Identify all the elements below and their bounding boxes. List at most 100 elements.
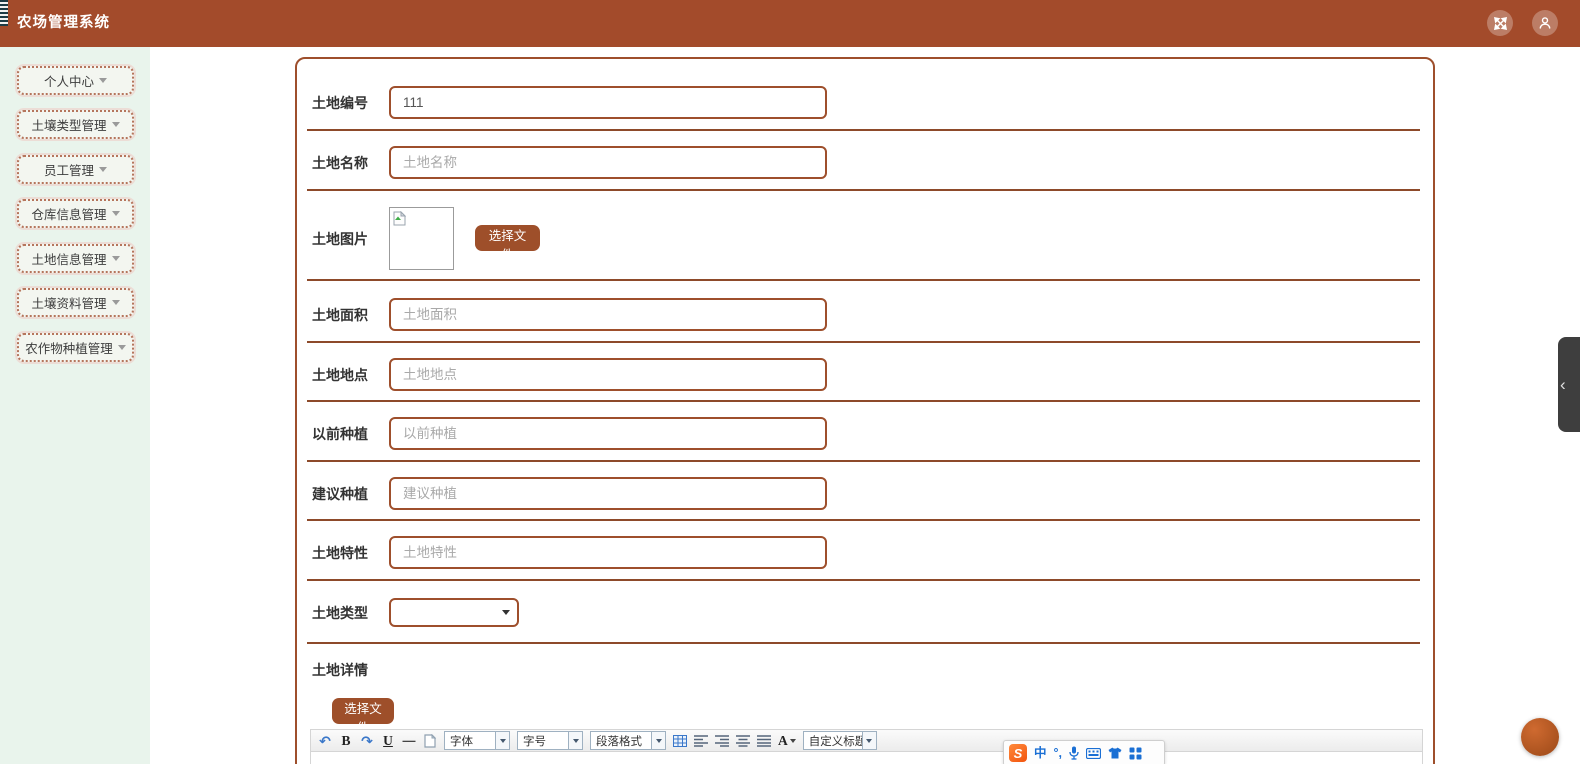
bold-icon[interactable]: B <box>339 732 353 750</box>
form-row-land-characteristics: 土地特性 <box>312 536 827 569</box>
sidebar-item-soil-data-management[interactable]: 土壤资料管理 <box>15 286 136 319</box>
rich-text-editor-content[interactable] <box>310 752 1423 764</box>
toolbox-icon[interactable] <box>1129 747 1142 760</box>
virtual-keyboard-icon[interactable] <box>1086 747 1101 759</box>
previous-planting-input[interactable] <box>389 417 827 450</box>
font-size-dropdown[interactable]: 字号 <box>517 731 583 750</box>
skin-icon[interactable] <box>1108 747 1122 759</box>
field-label: 土地特性 <box>312 544 368 561</box>
field-label: 土地详情 <box>312 662 368 678</box>
field-label: 土地编号 <box>312 94 368 111</box>
paragraph-format-dropdown-label: 段落格式 <box>596 735 642 748</box>
form-row-land-number: 土地编号 <box>312 86 827 119</box>
broken-image-icon <box>393 210 407 231</box>
land-location-input[interactable] <box>389 358 827 391</box>
chevron-down-icon <box>111 256 120 261</box>
user-menu-button[interactable] <box>1532 10 1558 36</box>
sidebar: 个人中心 土壤类型管理 员工管理 仓库信息管理 土地信息管理 土壤资料管理 农作… <box>0 47 150 764</box>
sidebar-item-label: 仓库信息管理 <box>31 208 107 222</box>
sidebar-item-land-info-management[interactable]: 土地信息管理 <box>15 242 136 275</box>
sidebar-item-label: 个人中心 <box>43 75 94 89</box>
chevron-left-icon: ‹ <box>1560 375 1566 394</box>
ime-punctuation-toggle[interactable]: °, <box>1054 747 1062 760</box>
panel-collapse-handle[interactable]: ‹ <box>1558 337 1580 432</box>
insert-table-icon[interactable] <box>673 732 687 750</box>
floating-action-button[interactable] <box>1521 718 1559 756</box>
app-header: 农场管理系统 <box>0 0 1580 47</box>
app-window: 农场管理系统 个人中心 土壤类型管理 员工管理 仓库信息管理 土地信息管理 土壤… <box>0 0 1580 764</box>
sidebar-item-warehouse-info-management[interactable]: 仓库信息管理 <box>15 197 136 230</box>
new-page-icon[interactable] <box>423 732 437 750</box>
land-name-input[interactable] <box>389 146 827 179</box>
chevron-down-icon <box>111 211 120 216</box>
user-icon <box>1538 16 1552 30</box>
field-label: 以前种植 <box>312 425 368 442</box>
field-label: 建议种植 <box>312 485 368 502</box>
horizontal-rule-icon[interactable]: — <box>402 732 416 750</box>
land-area-input[interactable] <box>389 298 827 331</box>
sidebar-item-personal-center[interactable]: 个人中心 <box>15 64 136 97</box>
row-divider <box>307 279 1420 281</box>
row-divider <box>307 400 1420 402</box>
chevron-down-icon <box>651 732 665 749</box>
row-divider <box>307 189 1420 191</box>
chevron-down-icon <box>117 345 126 350</box>
redo-icon[interactable]: ↷ <box>360 732 374 750</box>
chevron-down-icon <box>789 738 796 743</box>
align-right-icon[interactable] <box>715 732 729 750</box>
field-label: 土地名称 <box>312 154 368 171</box>
field-label: 土地地点 <box>312 366 368 383</box>
ime-status-bar: S 中 °, <box>1003 740 1165 764</box>
form-row-land-type: 土地类型 <box>312 598 519 627</box>
land-number-input[interactable] <box>389 86 827 119</box>
paragraph-format-dropdown[interactable]: 段落格式 <box>590 731 666 750</box>
sidebar-item-label: 土地信息管理 <box>31 253 107 267</box>
align-center-icon[interactable] <box>736 732 750 750</box>
form-row-suggested-planting: 建议种植 <box>312 477 827 510</box>
chevron-down-icon <box>568 732 582 749</box>
ime-language-toggle[interactable]: 中 <box>1034 747 1047 760</box>
choose-file-button-details[interactable]: 选择文件 <box>332 698 394 735</box>
sidebar-item-soil-type-management[interactable]: 土壤类型管理 <box>15 108 136 141</box>
sidebar-item-label: 员工管理 <box>43 164 94 178</box>
sidebar-item-crop-planting-management[interactable]: 农作物种植管理 <box>15 331 136 364</box>
undo-icon[interactable]: ↶ <box>318 732 332 750</box>
font-family-dropdown-label: 字体 <box>450 735 473 748</box>
field-label: 土地图片 <box>312 230 368 247</box>
justify-icon[interactable] <box>757 732 771 750</box>
row-divider <box>307 460 1420 462</box>
form-row-land-details: 土地详情 <box>312 662 389 678</box>
rich-text-editor-toolbar: ↶ B ↷ U — 字体 字号 段落格式 A 自定义标题 <box>310 729 1423 752</box>
form-row-land-area: 土地面积 <box>312 298 827 331</box>
chevron-down-icon <box>99 167 107 172</box>
custom-title-dropdown-label: 自定义标题 <box>808 735 862 748</box>
form-row-land-location: 土地地点 <box>312 358 827 391</box>
chevron-down-icon <box>861 732 876 749</box>
microphone-icon[interactable] <box>1069 746 1079 760</box>
app-title: 农场管理系统 <box>17 15 110 31</box>
underline-icon[interactable]: U <box>381 732 395 750</box>
choose-file-button-image[interactable]: 选择文件 <box>475 225 540 262</box>
font-color-button[interactable]: A <box>778 732 796 750</box>
fullscreen-button[interactable] <box>1487 10 1513 36</box>
land-image-preview <box>389 207 454 270</box>
sidebar-item-label: 土壤资料管理 <box>31 297 107 311</box>
sogou-logo-icon[interactable]: S <box>1009 744 1027 762</box>
font-color-icon: A <box>778 732 788 748</box>
chevron-down-icon <box>111 300 120 305</box>
chevron-down-icon <box>99 78 107 83</box>
land-type-select[interactable] <box>389 598 519 627</box>
font-family-dropdown[interactable]: 字体 <box>444 731 510 750</box>
sidebar-item-employee-management[interactable]: 员工管理 <box>15 153 136 186</box>
window-edge-artifact <box>0 0 8 26</box>
sidebar-item-label: 农作物种植管理 <box>25 342 113 356</box>
chevron-down-icon <box>495 732 509 749</box>
chevron-down-icon <box>111 122 120 127</box>
sidebar-item-label: 土壤类型管理 <box>31 119 107 133</box>
custom-title-dropdown[interactable]: 自定义标题 <box>802 731 877 750</box>
suggested-planting-input[interactable] <box>389 477 827 510</box>
land-edit-form: 土地编号 土地名称 土地图片 选择文件 土地面 <box>295 57 1435 764</box>
align-left-icon[interactable] <box>694 732 708 750</box>
row-divider <box>307 642 1420 644</box>
land-characteristics-input[interactable] <box>389 536 827 569</box>
